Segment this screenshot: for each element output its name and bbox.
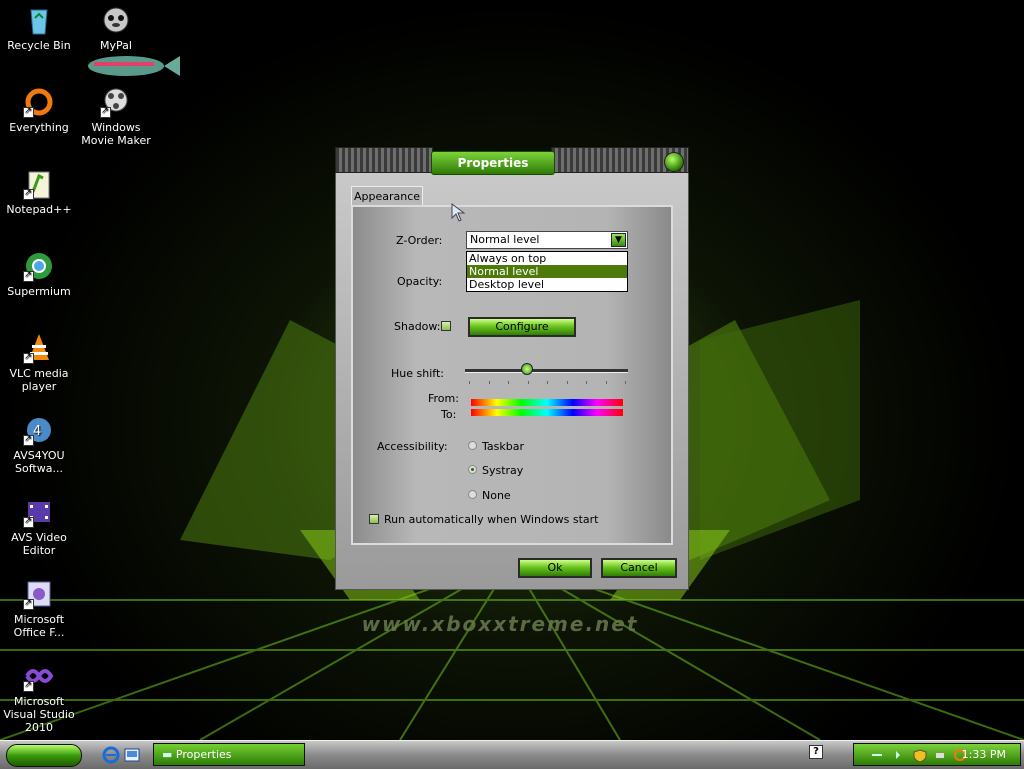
ok-button[interactable]: Ok — [518, 558, 592, 578]
z-order-option-always-on-top[interactable]: Always on top — [467, 252, 627, 265]
desktop-watermark: www.xboxxtreme.net — [361, 612, 639, 636]
properties-window: Properties Appearance Z-Order: Normal le… — [335, 147, 689, 590]
help-icon[interactable]: ? — [809, 745, 823, 759]
taskbar-button-properties[interactable]: ▬ Properties — [153, 743, 305, 766]
fish-decoration-icon — [88, 56, 180, 76]
slider-tick — [586, 381, 587, 384]
recycle-bin-icon — [23, 4, 55, 36]
slider-tick — [606, 381, 607, 384]
desktop-icon-visual-studio[interactable]: Microsoft Visual Studio 2010 — [0, 660, 78, 734]
avs-video-editor-icon — [23, 496, 55, 528]
desktop-icon-recycle-bin[interactable]: Recycle Bin — [0, 4, 78, 52]
svg-text:4: 4 — [33, 424, 41, 439]
start-button[interactable] — [6, 744, 82, 767]
z-order-value: Normal level — [470, 233, 540, 246]
tray-device-icon — [936, 753, 944, 758]
slider-tick — [625, 381, 626, 384]
slider-tick — [469, 381, 470, 384]
internet-explorer-icon[interactable] — [102, 746, 120, 764]
hue-shift-track[interactable] — [465, 369, 628, 373]
visual-studio-icon — [23, 660, 55, 692]
vlc-icon — [23, 332, 55, 364]
desktop-icon-windows-movie-maker[interactable]: Windows Movie Maker — [77, 86, 155, 147]
accessibility-option-taskbar-label: Taskbar — [482, 440, 524, 453]
desktop-icon-supermium[interactable]: Supermium — [0, 250, 78, 298]
z-order-option-normal-level[interactable]: Normal level — [467, 265, 627, 278]
z-order-label: Z-Order: — [396, 234, 443, 247]
window-title[interactable]: Properties — [431, 151, 555, 175]
desktop-icon-avs-video-editor[interactable]: AVS Video Editor — [0, 496, 78, 557]
desktop-icon-mypal[interactable]: MyPal — [77, 4, 155, 52]
hue-to-label: To: — [441, 408, 457, 421]
window-close-button[interactable] — [664, 152, 684, 172]
hue-shift-slider-thumb[interactable] — [521, 363, 533, 375]
desktop-icon-notepadpp[interactable]: Notepad++ — [0, 168, 78, 216]
slider-tick — [547, 381, 548, 384]
hue-shift-label: Hue shift: — [391, 367, 444, 380]
z-order-select[interactable]: Normal level ▼ — [466, 231, 628, 249]
office-icon — [23, 578, 55, 610]
slider-tick — [528, 381, 529, 384]
slider-tick — [489, 381, 490, 384]
z-order-dropdown: Always on top Normal level Desktop level — [466, 251, 628, 292]
everything-icon — [23, 86, 55, 118]
shadow-label: Shadow: — [394, 320, 441, 333]
accessibility-radio-systray[interactable] — [468, 465, 477, 474]
desktop-icon-vlc[interactable]: VLC media player — [0, 332, 78, 393]
desktop-icon-microsoft-office[interactable]: Microsoft Office F... — [0, 578, 78, 639]
hue-to-gradient — [471, 409, 623, 416]
show-desktop-icon[interactable] — [123, 746, 141, 764]
hue-from-label: From: — [428, 392, 459, 405]
titlebar-left-grip[interactable] — [335, 147, 433, 173]
notepadpp-icon — [23, 168, 55, 200]
accessibility-label: Accessibility: — [377, 440, 448, 453]
mouse-cursor-icon — [451, 203, 466, 222]
avs4you-icon: 4 — [23, 414, 55, 446]
tab-appearance[interactable]: Appearance — [351, 186, 423, 207]
desktop-icon-everything[interactable]: Everything — [0, 86, 78, 134]
tray-icons — [872, 749, 966, 762]
autorun-label: Run automatically when Windows start — [384, 513, 599, 526]
supermium-icon — [23, 250, 55, 282]
taskbar-clock[interactable]: 1:33 PM — [962, 744, 1006, 765]
z-order-option-desktop-level[interactable]: Desktop level — [467, 278, 627, 291]
accessibility-option-none-label: None — [482, 489, 511, 502]
desktop-icon-avs4you[interactable]: 4 AVS4YOU Softwa... — [0, 414, 78, 475]
accessibility-option-systray-label: Systray — [482, 464, 524, 477]
taskbar-button-label: Properties — [175, 748, 232, 761]
accessibility-radio-taskbar[interactable] — [468, 441, 477, 450]
task-window-icon: ▬ — [162, 748, 173, 761]
accessibility-radio-none[interactable] — [468, 490, 477, 499]
chevron-down-icon[interactable]: ▼ — [611, 233, 626, 247]
shadow-checkbox[interactable] — [441, 321, 451, 331]
opacity-label: Opacity: — [397, 275, 443, 288]
slider-tick — [567, 381, 568, 384]
cancel-button[interactable]: Cancel — [601, 558, 677, 578]
taskbar: ▬ Properties ? 1:33 PM — [0, 740, 1024, 769]
tray-security-shield-icon — [913, 749, 927, 762]
system-tray: 1:33 PM — [853, 743, 1021, 766]
mypal-icon — [100, 4, 132, 36]
hue-from-gradient — [471, 399, 623, 406]
configure-button[interactable]: Configure — [468, 317, 576, 337]
movie-maker-icon — [100, 86, 132, 118]
slider-tick — [508, 381, 509, 384]
autorun-checkbox[interactable] — [369, 514, 379, 524]
tray-network-icon — [896, 751, 900, 759]
